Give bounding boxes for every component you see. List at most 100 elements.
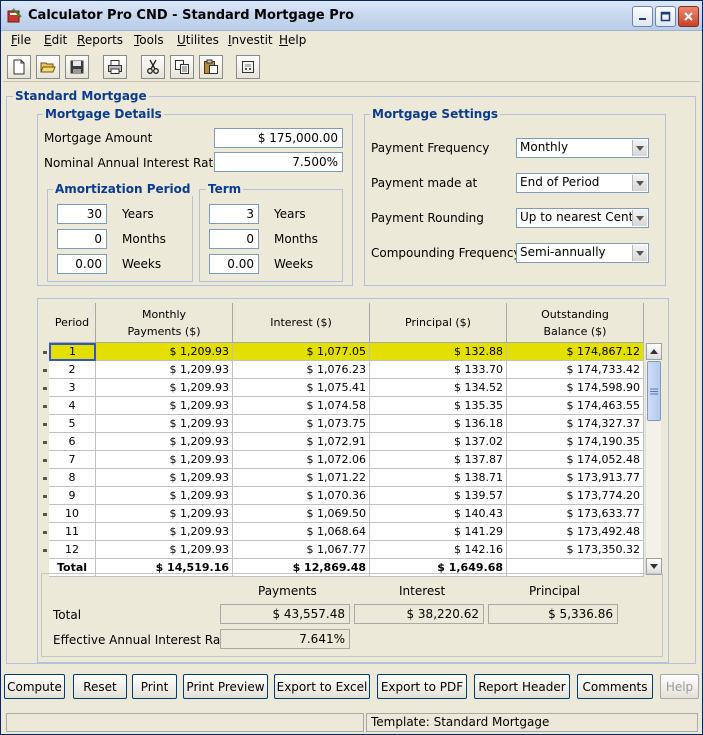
- table-row[interactable]: 7 $ 1,209.93 $ 1,072.06 $ 137.87 $ 174,052.4…: [49, 451, 644, 469]
- column-header-principal[interactable]: Principal ($): [370, 303, 507, 343]
- balance-cell[interactable]: $ 173,350.32: [507, 541, 644, 559]
- interest-cell[interactable]: $ 1,068.64: [233, 523, 370, 541]
- export-excel-button[interactable]: Export to Excel: [274, 674, 370, 699]
- payment-cell[interactable]: $ 1,209.93: [96, 451, 233, 469]
- interest-cell[interactable]: $ 1,077.05: [233, 343, 370, 361]
- period-cell[interactable]: 1: [49, 343, 96, 361]
- new-button[interactable]: [7, 55, 31, 79]
- open-button[interactable]: [36, 55, 60, 79]
- close-button[interactable]: [678, 6, 699, 27]
- balance-cell[interactable]: $ 174,867.12: [507, 343, 644, 361]
- menu-help[interactable]: Help: [279, 33, 306, 47]
- reset-button[interactable]: Reset: [73, 674, 127, 699]
- amortization-months-field[interactable]: 0: [57, 229, 107, 249]
- interest-cell[interactable]: $ 1,072.91: [233, 433, 370, 451]
- table-row[interactable]: 2 $ 1,209.93 $ 1,076.23 $ 133.70 $ 174,733.4…: [49, 361, 644, 379]
- menu-investit[interactable]: Investit: [228, 33, 273, 47]
- compounding-frequency-select[interactable]: Semi-annually: [516, 243, 649, 263]
- menu-file[interactable]: File: [11, 33, 31, 47]
- menu-utilites[interactable]: Utilites: [177, 33, 219, 47]
- period-cell[interactable]: 8: [49, 469, 96, 487]
- interest-cell[interactable]: $ 1,072.06: [233, 451, 370, 469]
- principal-cell[interactable]: $ 136.18: [370, 415, 507, 433]
- copy-button[interactable]: [170, 55, 194, 79]
- payment-made-at-select[interactable]: End of Period: [516, 173, 649, 193]
- period-cell[interactable]: 3: [49, 379, 96, 397]
- print-preview-button[interactable]: Print Preview: [183, 674, 268, 699]
- payment-cell[interactable]: $ 1,209.93: [96, 505, 233, 523]
- period-cell[interactable]: 7: [49, 451, 96, 469]
- chevron-down-icon[interactable]: [632, 245, 647, 261]
- interest-rate-field[interactable]: 7.500%: [214, 152, 343, 172]
- title-bar[interactable]: Calculator Pro CND - Standard Mortgage P…: [1, 1, 702, 31]
- interest-cell[interactable]: $ 1,067.77: [233, 541, 370, 559]
- balance-cell[interactable]: $ 173,633.77: [507, 505, 644, 523]
- cut-button[interactable]: [141, 55, 165, 79]
- payment-cell[interactable]: $ 1,209.93: [96, 523, 233, 541]
- scroll-thumb[interactable]: [647, 361, 661, 421]
- calculator-button[interactable]: [236, 55, 260, 79]
- period-cell[interactable]: 11: [49, 523, 96, 541]
- column-header-balance[interactable]: Outstanding Balance ($): [507, 303, 644, 343]
- table-row[interactable]: 10 $ 1,209.93 $ 1,069.50 $ 140.43 $ 173,633.…: [49, 505, 644, 523]
- balance-cell[interactable]: $ 173,774.20: [507, 487, 644, 505]
- period-cell[interactable]: 12: [49, 541, 96, 559]
- principal-cell[interactable]: $ 139.57: [370, 487, 507, 505]
- principal-cell[interactable]: $ 134.52: [370, 379, 507, 397]
- report-header-button[interactable]: Report Header: [474, 674, 570, 699]
- interest-cell[interactable]: $ 1,069.50: [233, 505, 370, 523]
- chevron-down-icon[interactable]: [632, 140, 647, 156]
- payment-cell[interactable]: $ 1,209.93: [96, 361, 233, 379]
- help-button[interactable]: Help: [660, 674, 699, 699]
- comments-button[interactable]: Comments: [577, 674, 653, 699]
- payment-cell[interactable]: $ 1,209.93: [96, 433, 233, 451]
- principal-cell[interactable]: $ 133.70: [370, 361, 507, 379]
- chevron-down-icon[interactable]: [632, 210, 647, 226]
- menu-edit[interactable]: Edit: [44, 33, 67, 47]
- interest-cell[interactable]: $ 1,076.23: [233, 361, 370, 379]
- table-row[interactable]: 11 $ 1,209.93 $ 1,068.64 $ 141.29 $ 173,492.…: [49, 523, 644, 541]
- menu-reports[interactable]: Reports: [77, 33, 123, 47]
- payment-frequency-select[interactable]: Monthly: [516, 138, 649, 158]
- payment-cell[interactable]: $ 1,209.93: [96, 397, 233, 415]
- table-row[interactable]: 1 $ 1,209.93 $ 1,077.05 $ 132.88 $ 174,867.1…: [49, 343, 644, 361]
- minimize-button[interactable]: [632, 6, 653, 27]
- period-cell[interactable]: 10: [49, 505, 96, 523]
- table-row[interactable]: 5 $ 1,209.93 $ 1,073.75 $ 136.18 $ 174,327.3…: [49, 415, 644, 433]
- period-cell[interactable]: 5: [49, 415, 96, 433]
- interest-cell[interactable]: $ 1,074.58: [233, 397, 370, 415]
- payment-cell[interactable]: $ 1,209.93: [96, 487, 233, 505]
- table-row[interactable]: 12 $ 1,209.93 $ 1,067.77 $ 142.16 $ 173,350.…: [49, 541, 644, 559]
- mortgage-amount-field[interactable]: $ 175,000.00: [214, 128, 343, 148]
- save-button[interactable]: [65, 55, 89, 79]
- table-row[interactable]: 3 $ 1,209.93 $ 1,075.41 $ 134.52 $ 174,598.9…: [49, 379, 644, 397]
- balance-cell[interactable]: $ 173,913.77: [507, 469, 644, 487]
- term-years-field[interactable]: 3: [209, 204, 259, 224]
- balance-cell[interactable]: $ 174,463.55: [507, 397, 644, 415]
- period-cell[interactable]: 9: [49, 487, 96, 505]
- export-pdf-button[interactable]: Export to PDF: [377, 674, 467, 699]
- principal-cell[interactable]: $ 137.87: [370, 451, 507, 469]
- period-cell[interactable]: 4: [49, 397, 96, 415]
- balance-cell[interactable]: $ 173,492.48: [507, 523, 644, 541]
- payment-cell[interactable]: $ 1,209.93: [96, 541, 233, 559]
- balance-cell[interactable]: $ 174,733.42: [507, 361, 644, 379]
- compute-button[interactable]: Compute: [4, 674, 65, 699]
- balance-cell[interactable]: $ 174,052.48: [507, 451, 644, 469]
- balance-cell[interactable]: $ 174,598.90: [507, 379, 644, 397]
- principal-cell[interactable]: $ 137.02: [370, 433, 507, 451]
- column-header-period[interactable]: Period: [49, 303, 96, 343]
- payment-cell[interactable]: $ 1,209.93: [96, 379, 233, 397]
- amortization-weeks-field[interactable]: 0.00: [57, 254, 107, 274]
- table-scrollbar[interactable]: [645, 343, 662, 575]
- period-cell[interactable]: 6: [49, 433, 96, 451]
- column-header-payments[interactable]: Monthly Payments ($): [96, 303, 233, 343]
- interest-cell[interactable]: $ 1,075.41: [233, 379, 370, 397]
- payment-cell[interactable]: $ 1,209.93: [96, 343, 233, 361]
- period-cell[interactable]: 2: [49, 361, 96, 379]
- print-toolbar-button[interactable]: [103, 55, 127, 79]
- table-row[interactable]: 9 $ 1,209.93 $ 1,070.36 $ 139.57 $ 173,774.2…: [49, 487, 644, 505]
- print-button[interactable]: Print: [132, 674, 177, 699]
- payment-rounding-select[interactable]: Up to nearest Cent: [516, 208, 649, 228]
- menu-tools[interactable]: Tools: [134, 33, 164, 47]
